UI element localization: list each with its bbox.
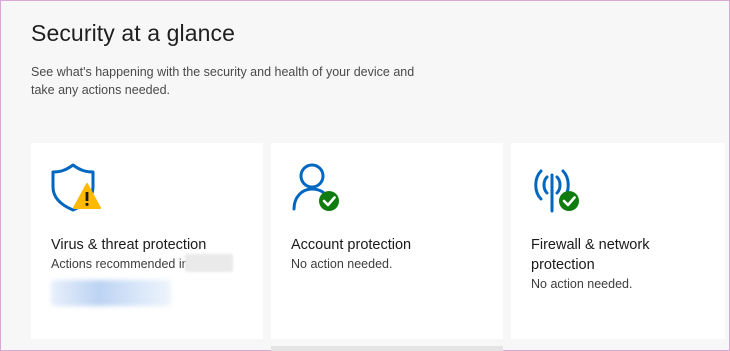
firewall-network-protection-card[interactable]: Firewall & network protection No action …	[511, 143, 725, 339]
card-title: Account protection	[291, 237, 412, 253]
wifi-antenna-check-icon	[534, 169, 579, 213]
page-title: Security at a glance	[31, 20, 236, 46]
redacted-text	[185, 254, 233, 272]
card-title: Virus & threat protection	[51, 237, 207, 253]
card-title: Firewall & network protection	[531, 237, 650, 273]
card-status: No action needed.	[291, 257, 393, 271]
scroll-edge	[271, 346, 503, 351]
page-subtitle: See what's happening with the security a…	[31, 65, 415, 97]
virus-threat-protection-card[interactable]: Virus & threat protection Actions recomm…	[31, 143, 263, 339]
card-status: Actions recommended in	[51, 257, 189, 271]
account-protection-card[interactable]: Account protection No action needed.	[271, 143, 503, 339]
person-check-icon	[292, 163, 339, 211]
redacted-link[interactable]	[51, 280, 171, 306]
shield-warning-icon	[51, 163, 101, 212]
card-status: No action needed.	[531, 277, 633, 291]
